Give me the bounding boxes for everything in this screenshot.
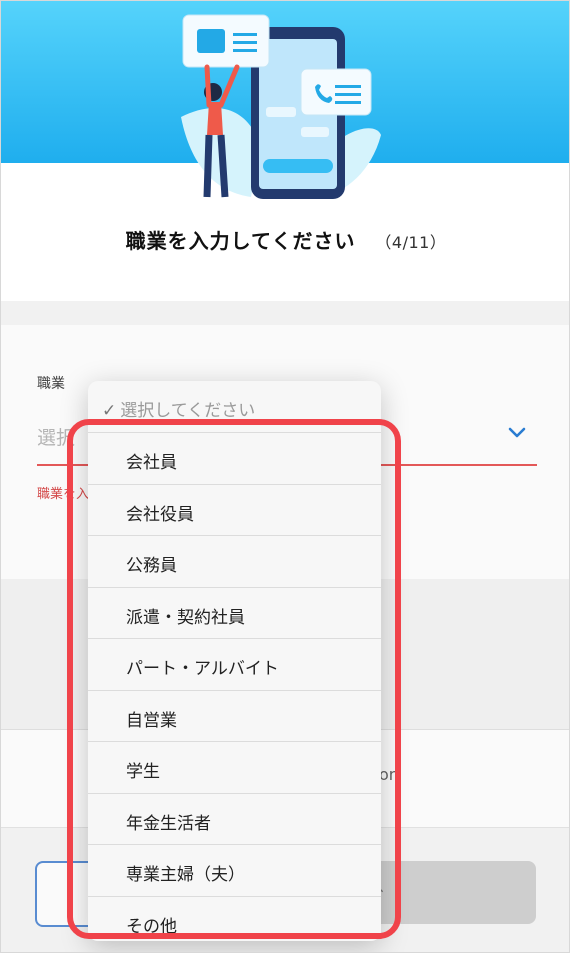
page-title: 職業を入力してください （4/11）	[1, 225, 569, 261]
section-divider	[1, 301, 569, 325]
placeholder-label: 選択してください	[120, 401, 256, 421]
contact-illustration	[181, 14, 381, 199]
page-title-text: 職業を入力してください	[125, 229, 356, 253]
checkmark-icon: ✓	[102, 401, 117, 421]
briefcase-icon	[197, 29, 225, 53]
step-indicator: （4/11）	[375, 233, 447, 252]
screen-frame: 職業を入力してください （4/11） 職業 選択 職業を入 on ⌃ ✓選択して…	[0, 0, 570, 953]
highlight-box	[67, 419, 401, 939]
